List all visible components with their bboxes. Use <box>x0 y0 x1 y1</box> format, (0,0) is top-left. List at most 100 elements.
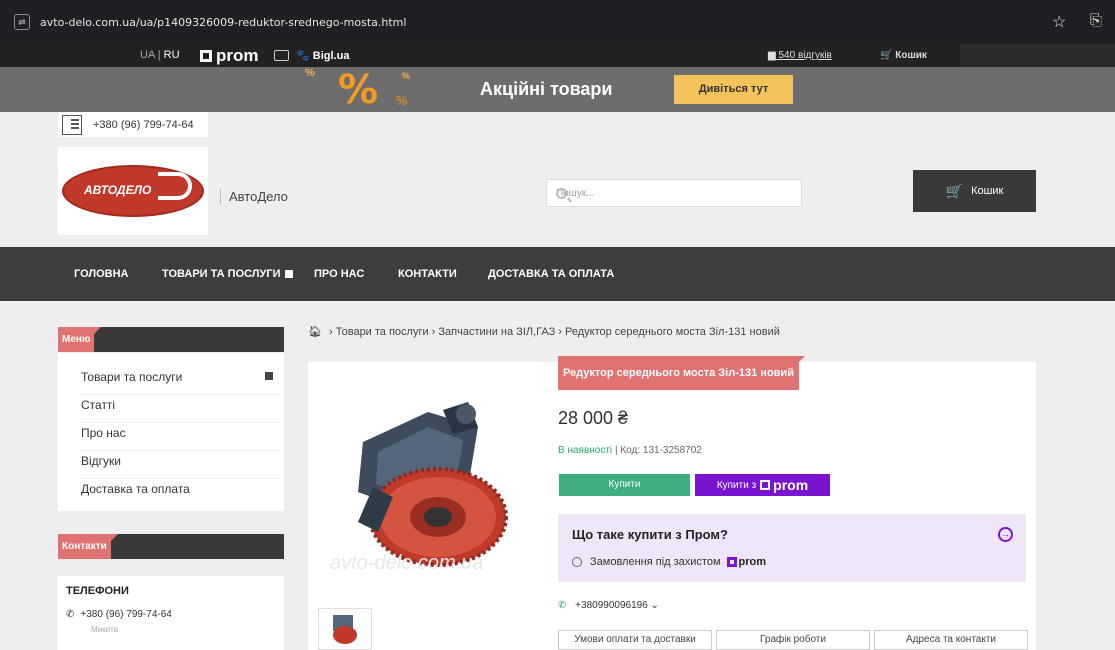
nav-item-delivery[interactable]: ДОСТАВКА ТА ОПЛАТА <box>488 268 614 280</box>
sidebar-item-label: Відгуки <box>81 454 122 468</box>
pro-badge-icon <box>274 50 289 61</box>
paw-icon: 🐾 <box>296 50 310 62</box>
sidebar-item-label: Товари та послуги <box>81 370 183 384</box>
prom-logo-text: prom <box>216 46 259 65</box>
breadcrumb-item[interactable]: Запчастини на ЗІЛ,ГАЗ <box>438 326 555 338</box>
sidebar-contacts: ТЕЛЕФОНИ ✆ +380 (96) 799-74-64 Микита <box>58 576 284 650</box>
expand-square-icon[interactable] <box>265 372 273 380</box>
arrow-right-circle-icon[interactable]: → <box>998 527 1013 542</box>
prom-info-box[interactable]: Що таке купити з Пром? → Замовлення під … <box>558 514 1026 582</box>
prom-logo-square-icon <box>726 557 737 567</box>
nav-item-contacts[interactable]: КОНТАКТИ <box>398 268 457 280</box>
product-thumbnail[interactable] <box>318 608 372 650</box>
sidebar-phone-contact-name: Микита <box>91 625 119 634</box>
tab-schedule[interactable]: Графік роботи <box>716 630 870 650</box>
brand-name: АвтоДело <box>220 189 288 204</box>
home-icon[interactable]: 🏠︎ <box>308 326 322 338</box>
nav-item-products-label: ТОВАРИ ТА ПОСЛУГИ <box>162 268 281 280</box>
sidebar-menu-title: Меню <box>58 327 103 352</box>
sidebar-item-products[interactable]: Товари та послуги <box>81 367 279 395</box>
cart-icon: 🛒 <box>945 182 964 199</box>
thumbnail-image <box>333 615 357 644</box>
percent-decor-right: % <box>396 93 408 108</box>
reviews-label: 540 відгуків <box>778 50 832 61</box>
search-icon[interactable] <box>556 188 567 199</box>
lang-ua[interactable]: UA <box>140 49 155 61</box>
percent-decor-top: % <box>402 71 411 81</box>
language-switcher: UA | RU <box>140 49 180 61</box>
site-header: АВТОДЕЛО АвтоДело Пошук... 🛒 Кошик <box>0 137 1115 247</box>
product-code-separator: | <box>614 445 618 456</box>
seller-phone-number: +380990096196 <box>575 600 648 611</box>
prom-info-title: Що таке купити з Пром? <box>572 527 728 542</box>
tab-address-contacts[interactable]: Адреса та контакти <box>874 630 1028 650</box>
reviews-link[interactable]: ▆ 540 відгуків <box>768 50 832 61</box>
main-nav: ГОЛОВНА ТОВАРИ ТА ПОСЛУГИ ПРО НАС КОНТАК… <box>0 247 1115 301</box>
bookmark-star-icon[interactable]: ☆ <box>1052 12 1066 32</box>
buy-with-prom-button[interactable]: Купити з prom <box>695 474 830 496</box>
phone-icon <box>62 114 82 135</box>
nav-item-about[interactable]: ПРО НАС <box>314 268 364 280</box>
bigl-label: Bigl.ua <box>312 50 350 62</box>
percent-icon: % <box>338 67 379 113</box>
product-price: 28 000 ₴ <box>558 408 629 428</box>
chat-icon: ▆ <box>768 50 776 61</box>
search-input[interactable]: Пошук... <box>546 179 802 207</box>
sidebar-item-label: Про нас <box>81 426 126 440</box>
sidebar-phone[interactable]: ✆ +380 (96) 799-74-64 <box>66 609 172 620</box>
cart-button[interactable]: 🛒 Кошик <box>913 170 1036 212</box>
breadcrumb: 🏠︎ › Товари та послуги › Запчастини на З… <box>308 326 780 338</box>
site-logo[interactable]: АВТОДЕЛО <box>58 147 208 235</box>
extensions-icon[interactable]: ⎘ <box>1090 12 1102 29</box>
sidebar-contacts-header: Контакти <box>58 534 284 559</box>
cart-icon: 🛒 <box>880 50 893 61</box>
prom-protection-label: Замовлення під захистом <box>590 556 721 568</box>
percent-decor-small: % <box>305 67 315 79</box>
sidebar-item-label: Статті <box>81 398 116 412</box>
cart-button-label: Кошик <box>971 185 1004 197</box>
lang-separator: | <box>157 49 161 61</box>
top-cart-label: Кошик <box>895 50 927 61</box>
sidebar-item-articles[interactable]: Статті <box>81 395 279 423</box>
header-phone-number: +380 (96) 799-74-64 <box>93 118 194 131</box>
site-info-icon[interactable]: ⇌ <box>14 14 30 30</box>
sidebar-item-about[interactable]: Про нас <box>81 423 279 451</box>
sidebar-contacts-title: Контакти <box>58 534 118 559</box>
logo-text: АВТОДЕЛО <box>84 183 152 197</box>
dropdown-square-icon <box>284 270 293 279</box>
prom-logo-square-icon <box>200 50 212 62</box>
logo-e-mark <box>158 172 192 200</box>
sidebar-item-label: Доставка та оплата <box>81 482 190 496</box>
buy-with-prom-label: Купити з <box>716 479 757 491</box>
url-text[interactable]: avto-delo.com.ua/ua/p1409326009-reduktor… <box>40 16 406 29</box>
product-title: Редуктор середнього моста Зіл-131 новий <box>558 356 805 390</box>
nav-item-products[interactable]: ТОВАРИ ТА ПОСЛУГИ <box>162 268 293 280</box>
prom-logo-square-icon <box>760 480 771 490</box>
product-code: Код: 131-3258702 <box>620 445 702 456</box>
chevron-down-icon: ⌄ <box>650 600 659 611</box>
phones-title: ТЕЛЕФОНИ <box>66 585 129 597</box>
tab-payment-delivery[interactable]: Умови оплати та доставки <box>558 630 712 650</box>
sidebar-menu-header: Меню <box>58 327 284 352</box>
sidebar-item-delivery[interactable]: Доставка та оплата <box>81 479 279 507</box>
prom-protection-brand: prom <box>738 556 767 568</box>
seller-phone[interactable]: ✆ +380990096196 ⌄ <box>558 600 659 611</box>
breadcrumb-item[interactable]: Товари та послуги <box>336 326 429 338</box>
top-cart-link[interactable]: 🛒 Кошик <box>880 50 927 61</box>
info-tabs: Умови оплати та доставки Графік роботи А… <box>558 630 1028 650</box>
prom-logo[interactable]: prom <box>200 46 259 66</box>
buy-button[interactable]: Купити <box>559 474 690 496</box>
header-phone[interactable]: +380 (96) 799-74-64 <box>58 112 208 137</box>
sidebar-item-reviews[interactable]: Відгуки <box>81 451 279 479</box>
nav-item-home[interactable]: ГОЛОВНА <box>74 268 128 280</box>
promo-see-button[interactable]: Дивіться тут <box>674 75 793 104</box>
promo-title: Акційні товари <box>480 79 613 99</box>
prom-protection: Замовлення під захистом prom <box>572 556 766 568</box>
browser-address-bar: ⇌ avto-delo.com.ua/ua/p1409326009-redukt… <box>0 0 1115 44</box>
promo-banner: % % % % Акційні товари Дивіться тут <box>0 67 1115 113</box>
phone-icon: ✆ <box>66 609 75 620</box>
prom-top-strip: UA | RU prom 🐾 Bigl.ua ▆ 540 відгуків 🛒 … <box>0 44 1115 67</box>
breadcrumb-current: Редуктор середнього моста Зіл-131 новий <box>565 326 780 338</box>
bigl-link[interactable]: 🐾 Bigl.ua <box>296 49 349 62</box>
lang-ru[interactable]: RU <box>164 49 180 61</box>
